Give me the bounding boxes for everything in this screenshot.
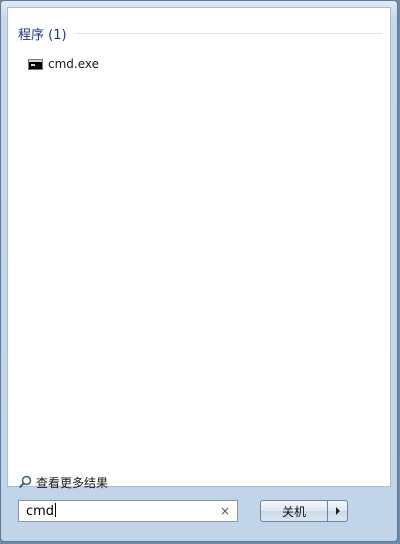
result-item-cmd[interactable]: cmd.exe [28, 55, 99, 73]
see-more-results-link[interactable]: 查看更多结果 [18, 474, 108, 490]
arrow-right-icon [335, 507, 340, 515]
search-icon [18, 475, 32, 489]
start-menu: 程序 (1) cmd.exe 查看更多结果 cmd × 关机 [0, 0, 398, 542]
search-input-text[interactable]: cmd [19, 503, 217, 519]
result-label: cmd.exe [48, 57, 100, 71]
group-divider [74, 32, 382, 34]
group-title[interactable]: 程序 (1) [18, 24, 67, 43]
console-icon [28, 58, 43, 70]
search-input[interactable]: cmd × [18, 500, 238, 522]
see-more-label: 查看更多结果 [36, 475, 109, 490]
shutdown-button[interactable]: 关机 [260, 500, 328, 522]
clear-icon[interactable]: × [217, 504, 233, 518]
shutdown-options-button[interactable] [328, 500, 348, 522]
search-results-pane: 程序 (1) cmd.exe 查看更多结果 [7, 7, 391, 490]
results-group-header: 程序 (1) [18, 24, 382, 43]
text-caret [55, 503, 57, 517]
shutdown-controls: 关机 [260, 500, 348, 522]
